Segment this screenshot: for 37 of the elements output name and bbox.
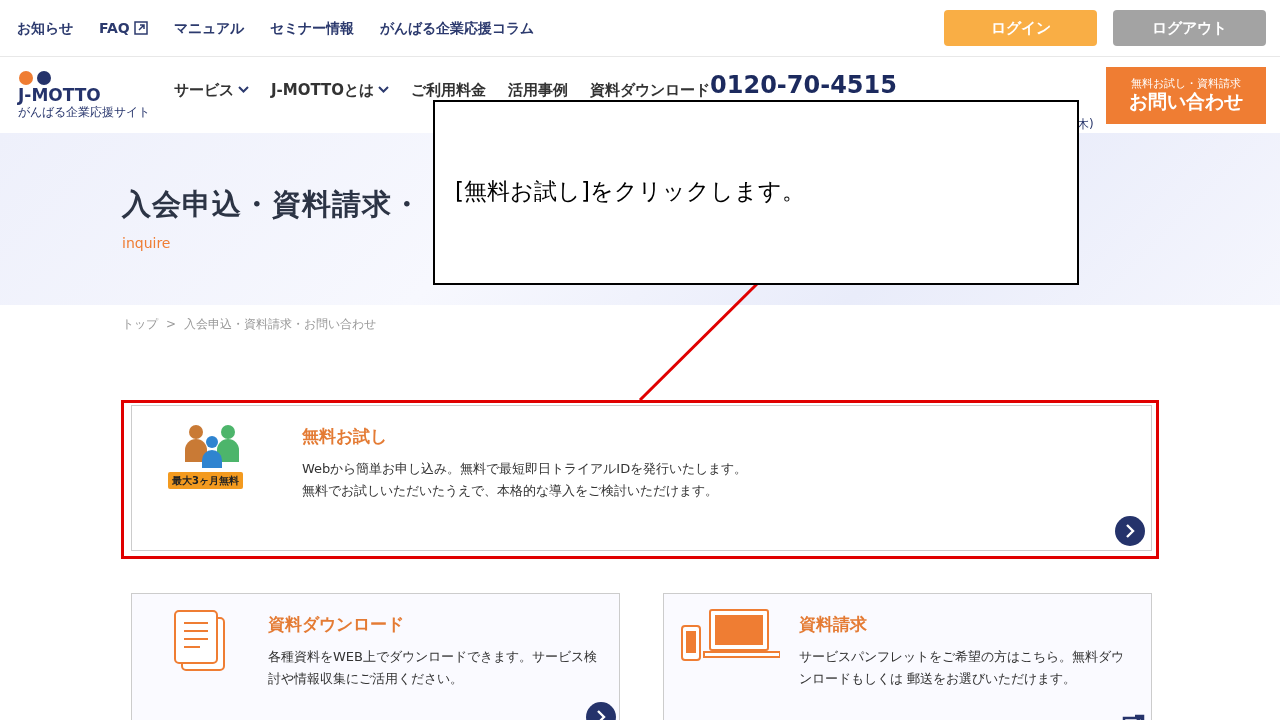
page-title: 入会申込・資料請求・ [122,186,422,223]
devices-icon [680,608,780,664]
card-description: サービスパンフレットをご希望の方はこちら。無料ダウンロードもしくは 郵送をお選びいただけます。 [799,647,1125,689]
card-description: Webから簡単お申し込み。無料で最短即日トライアルIDを発行いたします。 [302,459,749,478]
nav-link[interactable]: ご利用料金 [411,78,487,102]
top-link[interactable]: セミナー情報 [269,17,354,39]
card-description: 各種資料をWEB上でダウンロードできます。サービス検討や情報収集にご活用ください。 [268,647,598,689]
breadcrumb-separator: > [166,316,177,333]
external-link-icon [133,21,148,35]
chevron-right-icon [595,710,607,720]
nav-link[interactable]: 活用事例 [508,78,569,102]
documents-icon [172,608,228,674]
card-title: 資料ダウンロード [268,613,405,636]
top-link[interactable]: お知らせ [17,17,73,39]
top-link[interactable]: FAQ [99,17,148,39]
card-description: 無料でお試しいただいたうえで、本格的な導入をご検討いただけます。 [302,482,719,501]
chevron-right-icon [1124,524,1136,538]
callout-text: [無料お試し]をクリックします。 [455,178,805,204]
info-card[interactable]: 資料請求 サービスパンフレットをご希望の方はこちら。無料ダウンロードもしくは 郵送をお選びいただけます。 [663,593,1152,720]
nav-link[interactable]: 資料ダウンロード [590,78,711,102]
info-card[interactable]: 資料ダウンロード 各種資料をWEB上でダウンロードできます。サービス検討や情報収集にご活用ください。 [131,593,620,720]
free-trial-badge: 最大3ヶ月無料 [168,472,243,489]
logo-text[interactable]: J-MOTTO [18,86,101,106]
card-title: 資料請求 [799,613,868,636]
people-logo-icon[interactable] [18,70,52,87]
arrow-button[interactable] [1115,516,1145,546]
chevron-down-icon [378,86,390,94]
phone-number: 0120-70-4515 [710,73,897,97]
nav-link[interactable]: J-MOTTOとは [271,78,390,102]
card-title: 無料お試し [302,425,388,448]
trial-card[interactable]: 最大3ヶ月無料 無料お試し Webから簡単お申し込み。無料で最短即日トライアルIDを発行いたします。 無料でお試しいただいたうえで、本格的な導入をご検討いただけます。 [131,405,1152,551]
top-link[interactable]: マニュアル [173,17,244,39]
logo-tagline: がんばる企業応援サイト [18,105,150,120]
page-subtitle: inquire [122,233,172,253]
chevron-down-icon [238,86,249,94]
top-link[interactable]: がんばる企業応援コラム [379,17,534,39]
nav-link[interactable]: サービス [174,78,249,102]
